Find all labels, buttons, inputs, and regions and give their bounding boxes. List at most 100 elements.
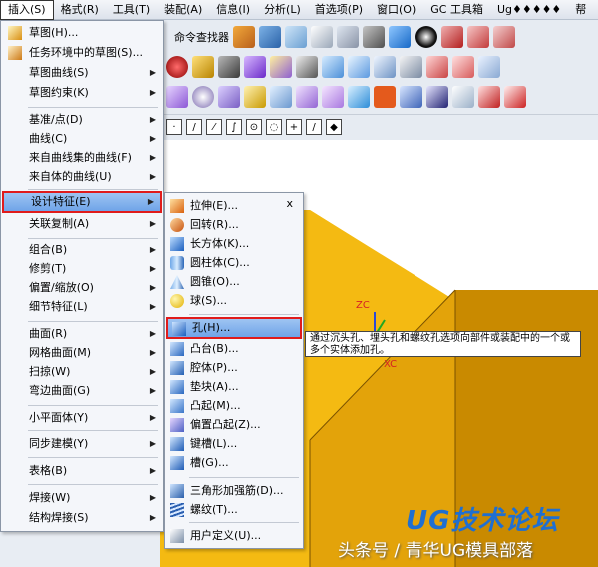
- menu-item-combine[interactable]: 组合(B) ▶: [2, 240, 162, 260]
- angle-icon[interactable]: [452, 86, 474, 108]
- control-point-icon[interactable]: ∫: [226, 119, 242, 135]
- menu-item-design-feature[interactable]: 设计特征(E) ▶: [2, 191, 162, 213]
- select-icon[interactable]: [311, 26, 333, 48]
- menu-item-weld[interactable]: 焊接(W) ▶: [2, 488, 162, 508]
- menu-item-associative-copy[interactable]: 关联复制(A) ▶: [2, 214, 162, 234]
- menu-gc-toolbox[interactable]: GC 工具箱: [423, 0, 490, 20]
- submenu-item-slot[interactable]: 键槽(L)...: [166, 434, 302, 454]
- wrench-icon[interactable]: [244, 86, 266, 108]
- menu-help[interactable]: 帮: [568, 0, 593, 20]
- submenu-item-user-defined[interactable]: 用户定义(U)...: [166, 526, 302, 546]
- submenu-item-dart[interactable]: 三角形加强筋(D)...: [166, 481, 302, 501]
- midpoint-snap-icon[interactable]: ⁄: [206, 119, 222, 135]
- menu-item-trim[interactable]: 修剪(T) ▶: [2, 259, 162, 279]
- menu-ug-tools[interactable]: Ug♦♦♦♦♦: [490, 0, 568, 20]
- submenu-item-cone[interactable]: 圆锥(O)...: [166, 272, 302, 292]
- menu-item-sketch-constraint[interactable]: 草图约束(K) ▶: [2, 83, 162, 103]
- electrode-icon[interactable]: [270, 86, 292, 108]
- icam-icon[interactable]: [374, 86, 396, 108]
- menu-item-sketch-curve[interactable]: 草图曲线(S) ▶: [2, 63, 162, 83]
- name-tool-icon[interactable]: [426, 86, 448, 108]
- menu-item-facet-body[interactable]: 小平面体(Y) ▶: [2, 408, 162, 428]
- face-snap-icon[interactable]: ◆: [326, 119, 342, 135]
- info-icon[interactable]: [504, 86, 526, 108]
- intersection-snap-icon[interactable]: +: [286, 119, 302, 135]
- cube-rose-icon[interactable]: [493, 26, 515, 48]
- submenu-item-pocket[interactable]: 腔体(P)...: [166, 358, 302, 378]
- menu-insert[interactable]: 插入(S): [0, 0, 54, 20]
- endpoint-snap-icon[interactable]: /: [186, 119, 202, 135]
- edit-icon[interactable]: [259, 26, 281, 48]
- mold-wizard-icon[interactable]: [218, 86, 240, 108]
- offset-face-icon[interactable]: [374, 56, 396, 78]
- vehicle-design-icon[interactable]: [348, 86, 370, 108]
- menu-assembly[interactable]: 装配(A): [157, 0, 209, 20]
- menu-tools[interactable]: 工具(T): [106, 0, 157, 20]
- chinese-tool-icon[interactable]: [400, 86, 422, 108]
- submenu-item-thread[interactable]: 螺纹(T)...: [166, 500, 302, 520]
- fill-surface-icon[interactable]: [478, 56, 500, 78]
- blend-purple-icon[interactable]: [244, 56, 266, 78]
- submenu-item-sphere[interactable]: 球(S)...: [166, 291, 302, 311]
- submenu-item-block[interactable]: 长方体(K)...: [166, 234, 302, 254]
- menu-item-synchronous-modeling[interactable]: 同步建模(Y) ▶: [2, 434, 162, 454]
- submenu-item-emboss[interactable]: 凸起(M)...: [166, 396, 302, 416]
- submenu-item-pad[interactable]: 垫块(A)...: [166, 377, 302, 397]
- submenu-item-boss[interactable]: 凸台(B)...: [166, 339, 302, 359]
- menu-item-curve[interactable]: 曲线(C) ▶: [2, 129, 162, 149]
- dimension-90-icon[interactable]: [478, 86, 500, 108]
- submenu-item-offset-emboss[interactable]: 偏置凸起(Z)...: [166, 415, 302, 435]
- menu-item-structure-weld[interactable]: 结构焊接(S) ▶: [2, 508, 162, 528]
- rotate-icon[interactable]: [363, 26, 385, 48]
- menu-item-table[interactable]: 表格(B) ▶: [2, 461, 162, 481]
- menu-item-offset-scale[interactable]: 偏置/缩放(O) ▶: [2, 278, 162, 298]
- command-finder-label[interactable]: 命令查找器: [166, 29, 229, 45]
- surface-blue-icon[interactable]: [322, 56, 344, 78]
- menu-item-sketch[interactable]: 草图(H)...: [2, 23, 162, 43]
- fit-view-icon[interactable]: [337, 26, 359, 48]
- existing-point-icon[interactable]: /: [306, 119, 322, 135]
- menu-item-detail-feature[interactable]: 细节特征(L) ▶: [2, 297, 162, 317]
- sheet-metal-icon[interactable]: [166, 86, 188, 108]
- cube-red-icon[interactable]: [441, 26, 463, 48]
- patch-icon[interactable]: [452, 56, 474, 78]
- menu-item-sweep[interactable]: 扫掠(W) ▶: [2, 362, 162, 382]
- submenu-item-cylinder[interactable]: 圆柱体(C)...: [166, 253, 302, 273]
- menu-item-flange-surface[interactable]: 弯边曲面(G) ▶: [2, 381, 162, 401]
- center-snap-icon[interactable]: ⊙: [246, 119, 262, 135]
- die-icon[interactable]: [296, 86, 318, 108]
- printer-icon[interactable]: [296, 56, 318, 78]
- menu-item-sketch-in-task[interactable]: 任务环境中的草图(S)...: [2, 43, 162, 63]
- cube-pink-icon[interactable]: [467, 26, 489, 48]
- menu-item-curve-from-bodies[interactable]: 来自体的曲线(U) ▶: [2, 167, 162, 187]
- menu-window[interactable]: 窗口(O): [370, 0, 423, 20]
- trim-sheet-icon[interactable]: [400, 56, 422, 78]
- gear-icon[interactable]: [192, 86, 214, 108]
- blend-yellow-icon[interactable]: [270, 56, 292, 78]
- copy-icon[interactable]: [285, 26, 307, 48]
- menu-analysis[interactable]: 分析(L): [257, 0, 308, 20]
- part-navigator-icon[interactable]: [233, 26, 255, 48]
- menu-item-mesh-surface[interactable]: 网格曲面(M) ▶: [2, 343, 162, 363]
- menu-item-curve-from-curves[interactable]: 来自曲线集的曲线(F) ▶: [2, 148, 162, 168]
- quadrant-snap-icon[interactable]: ◌: [266, 119, 282, 135]
- render-icon[interactable]: [415, 26, 437, 48]
- die-engineering-icon[interactable]: [322, 86, 344, 108]
- submenu-separator: [189, 477, 299, 478]
- menu-item-datum-point[interactable]: 基准/点(D) ▶: [2, 110, 162, 130]
- point-snap-icon[interactable]: ·: [166, 119, 182, 135]
- menu-information[interactable]: 信息(I): [209, 0, 257, 20]
- gold-block-icon[interactable]: [192, 56, 214, 78]
- grey-block-icon[interactable]: [218, 56, 240, 78]
- submenu-item-groove[interactable]: 槽(G)...: [166, 453, 302, 473]
- sew-icon[interactable]: [426, 56, 448, 78]
- shaded-view-icon[interactable]: [389, 26, 411, 48]
- submenu-item-hole[interactable]: 孔(H)...: [166, 317, 302, 339]
- submenu-item-revolve[interactable]: 回转(R)...: [166, 215, 302, 235]
- surface-grid-icon[interactable]: [348, 56, 370, 78]
- menu-format[interactable]: 格式(R): [54, 0, 106, 20]
- red-sphere-icon[interactable]: [166, 56, 188, 78]
- menu-preferences[interactable]: 首选项(P): [308, 0, 370, 20]
- menu-item-surface[interactable]: 曲面(R) ▶: [2, 324, 162, 344]
- submenu-item-extrude[interactable]: 拉伸(E)...: [166, 196, 302, 216]
